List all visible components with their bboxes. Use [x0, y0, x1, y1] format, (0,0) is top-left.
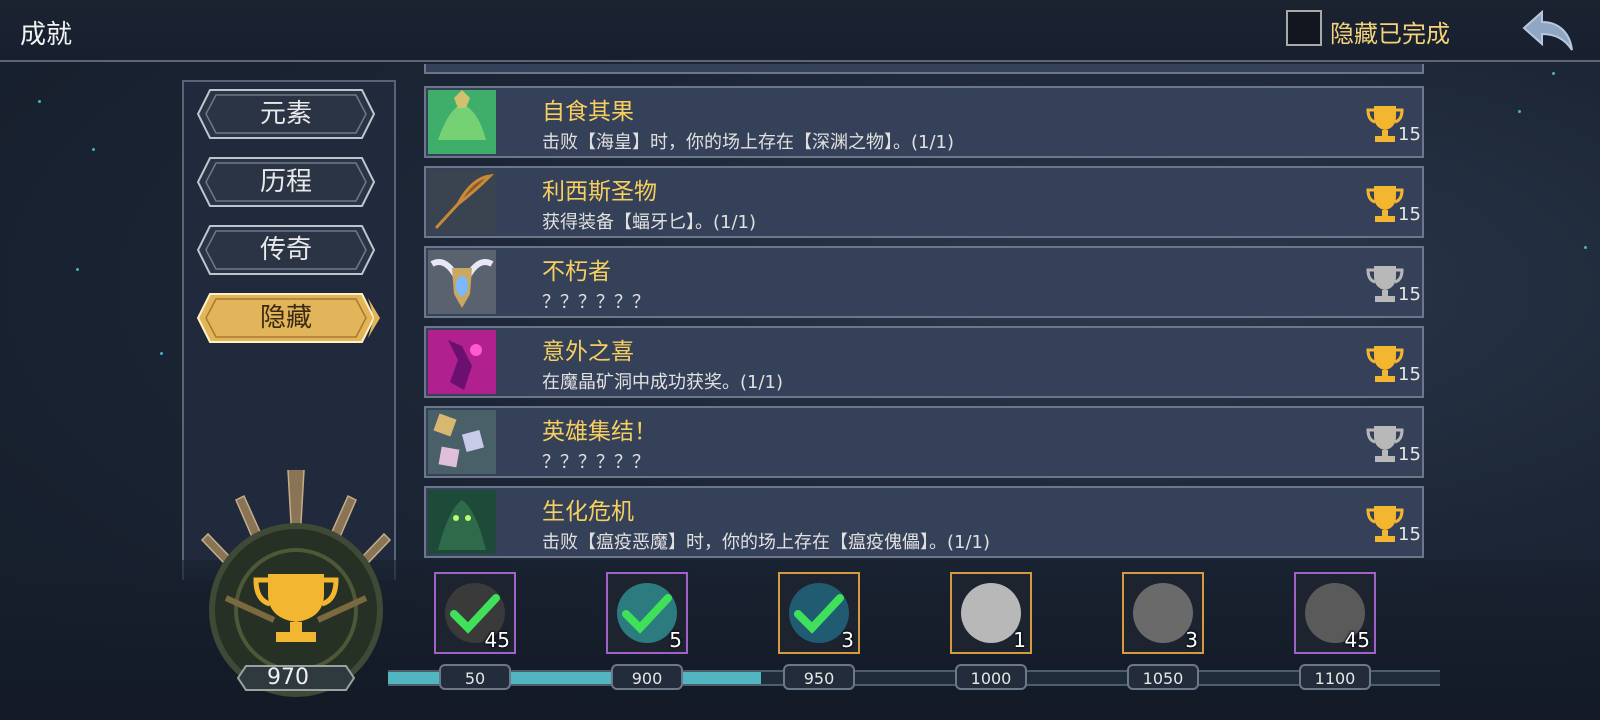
category-label: 历程: [259, 167, 312, 197]
hide-completed-checkbox[interactable]: [1286, 10, 1322, 46]
reward-count: 3: [1185, 628, 1198, 652]
achievement-desc: 击败【瘟疫恶魔】时，你的场上存在【瘟疫傀儡】。(1/1): [542, 532, 991, 553]
achievement-row[interactable]: 英雄集结！ ？？？？？？ 15: [424, 406, 1424, 478]
reward-count: 1: [1013, 628, 1026, 652]
category-tab-hidden[interactable]: 隐藏: [196, 292, 380, 344]
star-decoration: [1584, 246, 1587, 249]
category-label: 传奇: [259, 235, 312, 265]
achievement-thumbnail: [428, 330, 496, 394]
reward-slot[interactable]: 5: [606, 572, 688, 654]
achievement-desc: 获得装备【蝠牙匕】。(1/1): [542, 212, 757, 233]
achievement-thumbnail: [428, 490, 496, 554]
achievement-name: 意外之喜: [542, 339, 634, 365]
achievement-name: 自食其果: [542, 99, 634, 125]
top-bar: 成就 隐藏已完成: [0, 0, 1600, 62]
milestone-label: 900: [611, 664, 683, 690]
back-arrow-icon[interactable]: [1520, 8, 1576, 52]
star-decoration: [1552, 72, 1555, 75]
category-tab-legend[interactable]: 传奇: [196, 224, 376, 276]
achievement-thumbnail: [428, 170, 496, 234]
achievement-row[interactable]: 自食其果 击败【海皇】时，你的场上存在【深渊之物】。(1/1) 15: [424, 86, 1424, 158]
achievement-desc: ？？？？？？: [542, 452, 650, 473]
achievement-row[interactable]: 利西斯圣物 获得装备【蝠牙匕】。(1/1) 15: [424, 166, 1424, 238]
star-decoration: [38, 100, 41, 103]
achievement-desc: 在魔晶矿洞中成功获奖。(1/1): [542, 372, 784, 393]
milestone-label: 50: [439, 664, 511, 690]
reward-count: 5: [669, 628, 682, 652]
progress-bar: [388, 670, 1440, 686]
reward-slot[interactable]: 45: [434, 572, 516, 654]
star-decoration: [92, 148, 95, 151]
hide-completed-label[interactable]: 隐藏已完成: [1330, 14, 1450, 49]
reward-count: 45: [1344, 628, 1370, 652]
reward-count: 3: [841, 628, 854, 652]
reward-count: 45: [484, 628, 510, 652]
achievement-name: 不朽者: [542, 259, 611, 285]
total-score: 970: [267, 665, 309, 690]
category-tab-history[interactable]: 历程: [196, 156, 376, 208]
reward-slot[interactable]: 3: [778, 572, 860, 654]
achievement-row[interactable]: 生化危机 击败【瘟疫恶魔】时，你的场上存在【瘟疫傀儡】。(1/1) 15: [424, 486, 1424, 558]
achievement-points: 15: [1398, 364, 1421, 385]
achievement-thumbnail: [428, 250, 496, 314]
achievement-name: 英雄集结！: [542, 419, 657, 445]
achievement-name: 利西斯圣物: [542, 179, 657, 205]
category-label: 元素: [259, 99, 312, 129]
reward-slot[interactable]: 1: [950, 572, 1032, 654]
achievement-list[interactable]: 自食其果 击败【海皇】时，你的场上存在【深渊之物】。(1/1) 15 利西斯圣物…: [424, 64, 1426, 560]
achievement-row[interactable]: 意外之喜 在魔晶矿洞中成功获奖。(1/1) 15: [424, 326, 1424, 398]
achievement-desc: ？？？？？？: [542, 292, 650, 313]
achievement-points: 15: [1398, 124, 1421, 145]
reward-track[interactable]: 455313455090095010001050110011: [388, 556, 1440, 720]
category-tab-elements[interactable]: 元素: [196, 88, 376, 140]
milestone-label: 1100: [1299, 664, 1371, 690]
star-decoration: [160, 352, 163, 355]
achievement-points: 15: [1398, 444, 1421, 465]
page-title: 成就: [20, 20, 73, 50]
achievement-row[interactable]: 不朽者 ？？？？？？ 15: [424, 246, 1424, 318]
milestone-label: 1000: [955, 664, 1027, 690]
reward-slot[interactable]: 3: [1122, 572, 1204, 654]
reward-slot[interactable]: 45: [1294, 572, 1376, 654]
achievement-points: 15: [1398, 204, 1421, 225]
achievement-desc: 击败【海皇】时，你的场上存在【深渊之物】。(1/1): [542, 132, 955, 153]
achievement-thumbnail: [428, 410, 496, 474]
achievement-points: 15: [1398, 284, 1421, 305]
milestone-label: 950: [783, 664, 855, 690]
achievement-thumbnail: [428, 90, 496, 154]
achievement-row-partial: [424, 64, 1424, 74]
star-decoration: [76, 268, 79, 271]
star-decoration: [1518, 110, 1521, 113]
achievement-points: 15: [1398, 524, 1421, 545]
achievement-name: 生化危机: [542, 499, 634, 525]
milestone-label: 1050: [1127, 664, 1199, 690]
category-label: 隐藏: [259, 303, 312, 333]
